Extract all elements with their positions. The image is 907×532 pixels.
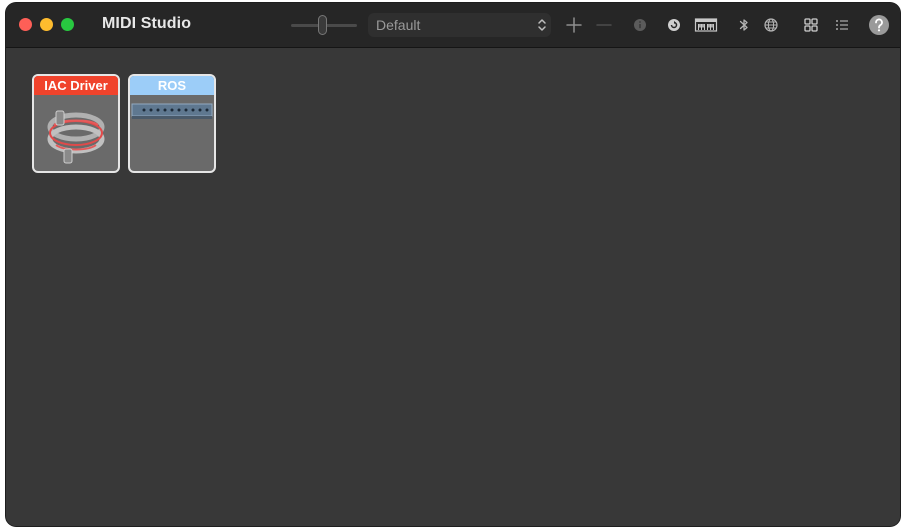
device-label: ROS <box>130 76 214 95</box>
midi-studio-window: MIDI Studio Default IAC Driver ROS <box>6 3 900 526</box>
chevron-up-down-icon <box>535 17 549 33</box>
grid-view-icon[interactable] <box>801 15 821 35</box>
close-button[interactable] <box>19 18 32 31</box>
icon-size-slider[interactable] <box>291 15 357 35</box>
maximize-button[interactable] <box>61 18 74 31</box>
cable-icon <box>34 95 118 171</box>
midi-interface-icon <box>130 95 214 171</box>
window-title: MIDI Studio <box>102 15 192 32</box>
slider-thumb[interactable] <box>318 15 327 35</box>
device-ros[interactable]: ROS <box>128 74 216 173</box>
titlebar: MIDI Studio Default <box>6 3 900 48</box>
configuration-select[interactable]: Default <box>368 13 551 37</box>
list-view-icon[interactable] <box>832 15 852 35</box>
keyboard-icon[interactable] <box>694 15 718 35</box>
device-label: IAC Driver <box>34 76 118 95</box>
info-icon[interactable] <box>630 15 650 35</box>
device-iac-driver[interactable]: IAC Driver <box>32 74 120 173</box>
minimize-button[interactable] <box>40 18 53 31</box>
remove-icon[interactable] <box>594 15 614 35</box>
help-icon[interactable] <box>868 14 890 36</box>
configuration-select-value: Default <box>376 17 421 33</box>
network-icon[interactable] <box>761 15 781 35</box>
add-icon[interactable] <box>564 15 584 35</box>
rescan-icon[interactable] <box>664 15 684 35</box>
bluetooth-icon[interactable] <box>734 15 754 35</box>
device-canvas[interactable]: IAC Driver ROS <box>6 48 900 526</box>
